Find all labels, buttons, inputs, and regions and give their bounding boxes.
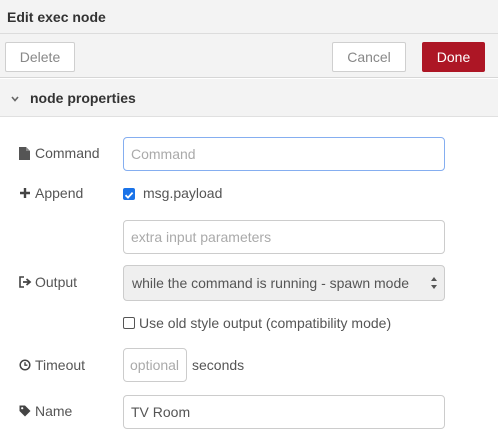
output-mode-value: while the command is running - spawn mod… — [132, 275, 410, 291]
timeout-input[interactable]: optional — [123, 348, 187, 382]
dialog-title: Edit exec node — [0, 0, 498, 34]
name-label-row: Name — [19, 403, 72, 419]
extra-params-input[interactable]: extra input parameters — [123, 220, 445, 254]
timeout-label-row: Timeout — [19, 357, 85, 373]
chevron-down-icon — [10, 91, 20, 107]
file-icon — [19, 146, 32, 160]
timeout-placeholder: optional — [130, 357, 180, 373]
timeout-unit: seconds — [192, 357, 245, 373]
append-label-row: Append — [19, 185, 83, 201]
done-button[interactable]: Done — [422, 42, 485, 72]
timeout-label: Timeout — [35, 357, 86, 373]
sign-out-icon — [19, 275, 32, 289]
extra-params-placeholder: extra input parameters — [131, 229, 272, 245]
append-label: Append — [35, 185, 84, 201]
command-input[interactable]: Command — [123, 137, 445, 171]
section-title: node properties — [30, 90, 136, 106]
old-style-output-checkbox[interactable] — [123, 317, 135, 329]
command-placeholder: Command — [131, 146, 196, 162]
output-label-row: Output — [19, 274, 77, 290]
name-value: TV Room — [131, 404, 191, 420]
delete-button[interactable]: Delete — [5, 42, 75, 72]
plus-icon — [19, 186, 32, 200]
cancel-button[interactable]: Cancel — [332, 42, 406, 72]
clock-icon — [19, 358, 32, 372]
node-properties-header[interactable]: node properties — [0, 79, 498, 117]
command-label: Command — [35, 145, 100, 161]
append-payload-label: msg.payload — [143, 185, 223, 201]
output-label: Output — [35, 274, 78, 290]
append-payload-checkbox[interactable] — [123, 188, 135, 200]
output-mode-select[interactable]: while the command is running - spawn mod… — [123, 265, 445, 301]
dialog-toolbar: Delete Cancel Done — [0, 34, 498, 78]
select-arrows-icon — [430, 275, 438, 294]
name-input[interactable]: TV Room — [123, 395, 445, 429]
old-style-output-label: Use old style output (compatibility mode… — [139, 315, 392, 331]
name-label: Name — [35, 403, 73, 419]
command-label-row: Command — [19, 145, 100, 161]
tag-icon — [19, 404, 32, 418]
